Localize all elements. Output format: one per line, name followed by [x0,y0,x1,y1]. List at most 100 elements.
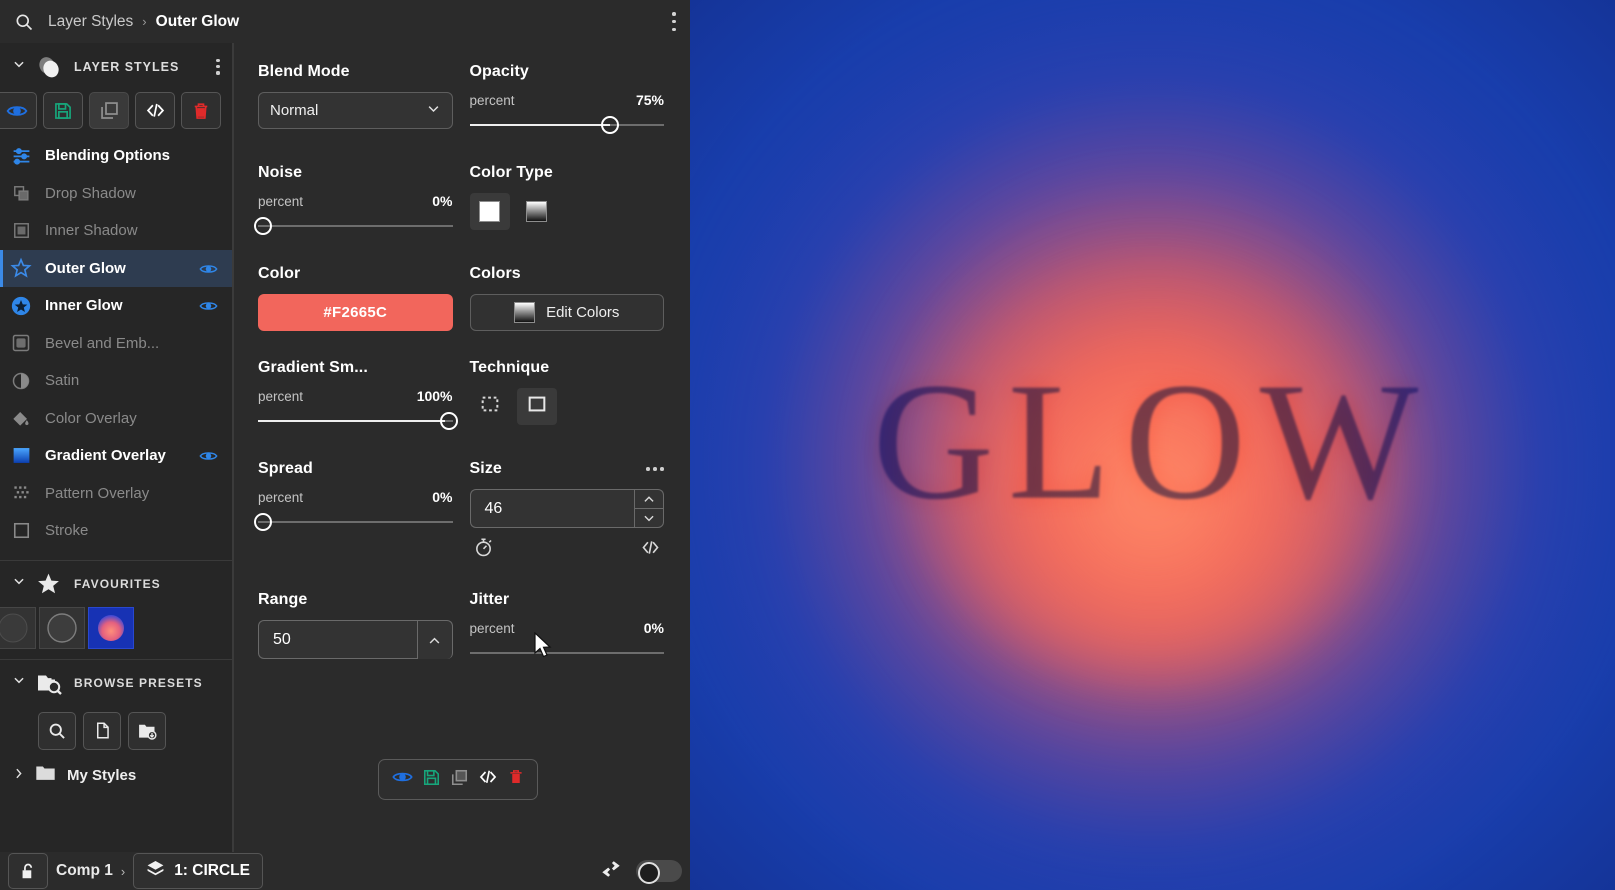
sidebar-item-drop-shadow[interactable]: Drop Shadow [0,175,232,213]
top-bar: Layer Styles › Outer Glow [0,0,690,43]
tree-item-my-styles[interactable]: My Styles [0,756,232,796]
sidebar-item-gradient-overlay[interactable]: Gradient Overlay [0,437,232,475]
jitter-slider[interactable] [469,642,664,664]
slider-knob[interactable] [439,412,458,430]
sidebar-item-label: Satin [45,372,80,390]
gradient-swatch-icon [514,302,536,323]
gradient-smoothness-unit: percent [258,389,304,404]
favourite-thumb-3[interactable] [88,606,134,649]
breadcrumb-root[interactable]: Layer Styles [48,13,133,31]
preview-canvas[interactable]: GLOW [690,0,1615,890]
blend-mode-select[interactable]: Normal [258,92,453,129]
new-preset-button[interactable] [83,711,121,750]
expression-editor-button[interactable] [135,92,175,129]
sidebar-item-label: Blending Options [45,147,170,165]
sidebar-item-label: Inner Shadow [45,222,138,240]
size-number-field[interactable]: 46 [469,489,664,528]
slider-knob[interactable] [600,116,619,134]
range-input[interactable]: 50 [258,620,417,659]
edit-colors-button[interactable]: Edit Colors [469,294,664,331]
eye-icon[interactable] [199,262,218,275]
sidebar-item-satin[interactable]: Satin [0,362,232,400]
color-hex-value: #F2665C [323,304,388,321]
eye-icon[interactable] [199,449,218,462]
spread-value: 0% [432,489,453,505]
sidebar-item-pattern-overlay[interactable]: Pattern Overlay [0,475,232,513]
delete-style-button[interactable] [181,92,221,129]
spread-slider[interactable] [254,511,453,533]
chevron-down-icon [426,101,441,120]
field-size: Size 46 [469,460,664,563]
favourite-thumb-1[interactable] [0,606,36,649]
technique-precise-button[interactable] [516,388,557,425]
visibility-toggle-button[interactable] [0,92,37,129]
sidebar-item-inner-glow[interactable]: Inner Glow [0,287,232,325]
browse-presets-header[interactable]: BROWSE PRESETS [0,660,232,706]
save-style-button[interactable] [422,768,441,792]
opacity-label: Opacity [469,63,529,80]
chevron-up-icon[interactable] [634,489,664,508]
chevron-down-icon[interactable] [12,673,26,692]
delete-style-button[interactable] [507,768,525,791]
chevron-down-icon[interactable] [634,508,664,528]
color-type-gradient-button[interactable] [517,193,557,230]
folder-icon [35,764,57,787]
sidebar-item-blending-options[interactable]: Blending Options [0,137,232,175]
unlock-icon[interactable] [8,853,48,889]
favourites-header[interactable]: FAVOURITES [0,561,232,607]
paint-bucket-icon [10,407,32,429]
satin-icon [10,370,32,392]
swap-icon[interactable] [600,858,622,885]
slider-fill [258,420,445,422]
colors-label: Colors [469,265,521,282]
sidebar-item-inner-shadow[interactable]: Inner Shadow [0,212,232,250]
opacity-slider[interactable] [469,114,664,136]
color-swatch-button[interactable]: #F2665C [258,294,453,331]
color-type-label: Color Type [469,164,553,181]
eye-icon[interactable] [199,299,218,312]
chevron-down-icon[interactable] [12,574,26,593]
sidebar-item-color-overlay[interactable]: Color Overlay [0,400,232,438]
spread-unit: percent [258,490,304,505]
favourite-thumb-2[interactable] [39,606,85,649]
size-input[interactable]: 46 [469,489,634,528]
chevron-right-icon[interactable] [12,767,26,785]
kebab-menu-icon[interactable] [672,12,676,31]
gradient-smoothness-slider[interactable] [258,410,458,432]
color-type-solid-button[interactable] [469,193,510,230]
technique-softer-button[interactable] [470,388,510,425]
duplicate-style-button[interactable] [89,92,129,129]
solid-square-icon [526,393,548,420]
slider-knob[interactable] [254,217,272,235]
favourites-row [0,606,232,649]
sidebar-item-bevel-and-emboss[interactable]: Bevel and Emb... [0,325,232,363]
search-icon[interactable] [14,12,34,32]
sidebar-item-label: Stroke [45,522,89,540]
ellipsis-icon[interactable] [646,467,664,471]
chevron-down-icon[interactable] [12,57,26,76]
code-icon[interactable] [640,537,661,563]
spread-label: Spread [258,460,313,477]
search-presets-button[interactable] [38,711,76,750]
kebab-menu-icon[interactable] [216,58,220,75]
layer-chip[interactable]: 1: CIRCLE [133,853,263,889]
stopwatch-icon[interactable] [473,537,494,563]
import-preset-button[interactable] [128,711,166,750]
noise-value: 0% [432,193,453,209]
preview-toggle[interactable] [636,860,682,884]
solid-swatch-icon [479,201,500,222]
slider-knob[interactable] [254,513,272,531]
opacity-value: 75% [635,92,664,108]
noise-slider[interactable] [254,215,453,237]
sidebar-item-label: Outer Glow [45,259,126,277]
save-style-button[interactable] [43,92,83,129]
expression-editor-button[interactable] [478,767,498,792]
duplicate-style-button[interactable] [450,768,469,792]
workspace: LAYER STYLES Blending Options Drop Shado… [0,43,690,890]
range-number-field[interactable]: 50 [258,620,453,659]
sidebar-item-outer-glow[interactable]: Outer Glow [0,249,232,287]
chevron-up-icon[interactable] [416,620,453,659]
visibility-toggle-button[interactable] [391,769,413,790]
comp-name[interactable]: Comp 1 [56,862,113,880]
sidebar-item-stroke[interactable]: Stroke [0,512,232,550]
